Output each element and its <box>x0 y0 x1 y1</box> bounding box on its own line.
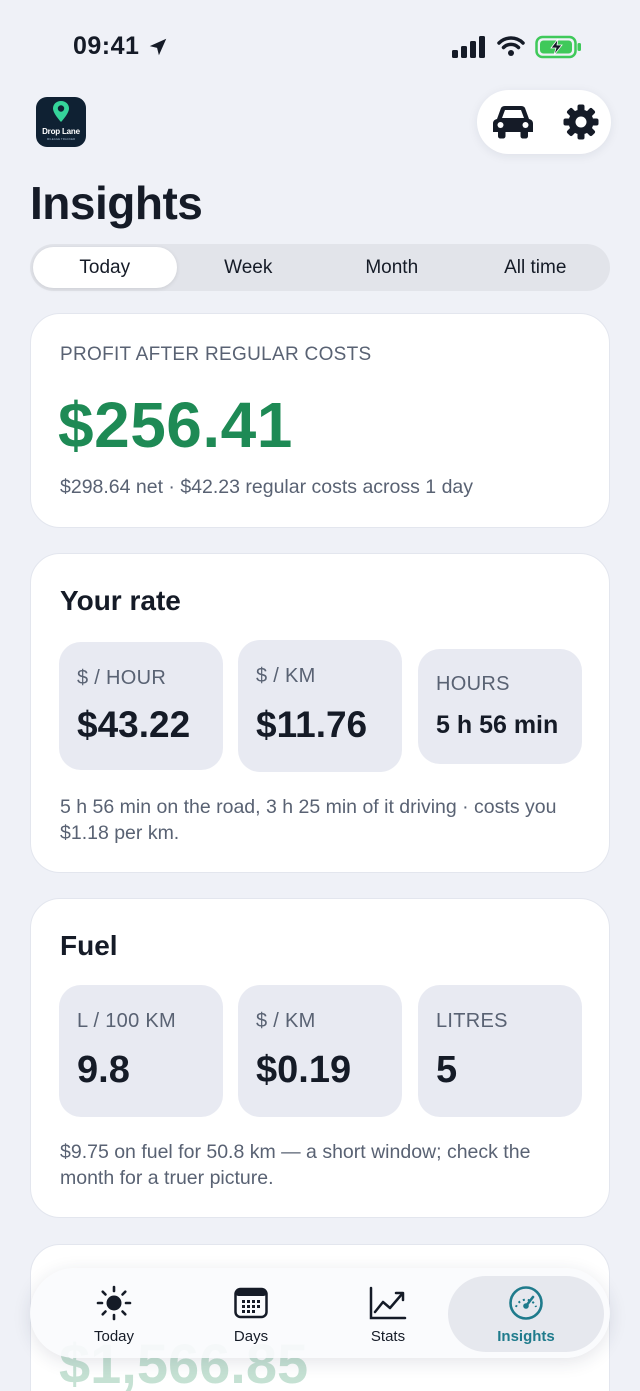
fuel-card: Fuel L / 100 KM 9.8 $ / KM $0.19 LITRES … <box>30 898 610 1218</box>
tile-label: $ / HOUR <box>77 667 167 689</box>
gauge-icon <box>509 1286 543 1320</box>
profit-value: $256.41 <box>58 389 293 461</box>
tab-label: Days <box>233 1328 269 1345</box>
page-title: Insights <box>30 177 203 229</box>
logo-subtext: MILEAGE TRACKER <box>46 137 76 141</box>
tile-label: $ / KM <box>256 665 316 687</box>
settings-button[interactable] <box>557 98 605 146</box>
tab-label: Today <box>93 1328 135 1345</box>
tab-insights[interactable]: Insights <box>448 1276 604 1352</box>
chart-line-icon <box>369 1286 407 1320</box>
rate-card: Your rate $ / HOUR $43.22 $ / KM $11.76 … <box>30 553 610 873</box>
period-segmented-control: Today Week Month All time <box>30 244 610 291</box>
rate-per-hour-tile: $ / HOUR $43.22 <box>59 642 223 770</box>
rate-card-title: Your rate <box>60 585 181 616</box>
tile-value: $0.19 <box>256 1049 352 1091</box>
car-icon <box>493 106 533 139</box>
logo-text: Drop Lane <box>42 127 80 136</box>
wifi-icon <box>497 36 525 56</box>
fuel-economy-tile: L / 100 KM 9.8 <box>59 985 223 1117</box>
fuel-card-title: Fuel <box>60 930 118 961</box>
fuel-cost-per-km-tile: $ / KM $0.19 <box>238 985 402 1117</box>
tile-value: $11.76 <box>256 704 368 745</box>
litres-tile: LITRES 5 <box>418 985 582 1117</box>
tile-label: HOURS <box>436 673 510 695</box>
tile-label: LITRES <box>436 1010 508 1032</box>
map-pin-icon <box>53 101 69 122</box>
profit-card: PROFIT AFTER REGULAR COSTS $256.41 $298.… <box>30 313 610 528</box>
gear-icon <box>563 104 599 140</box>
tab-bar: Today Days Stats Insights <box>30 1268 610 1358</box>
segment-today[interactable]: Today <box>33 247 177 288</box>
tile-value: 5 <box>436 1049 458 1091</box>
tile-value: 9.8 <box>77 1049 130 1091</box>
segment-month[interactable]: Month <box>320 247 464 288</box>
segment-week[interactable]: Week <box>177 247 321 288</box>
battery-charging-icon <box>535 35 581 59</box>
sun-icon <box>96 1285 132 1321</box>
vehicle-button[interactable] <box>487 98 539 146</box>
profit-label: PROFIT AFTER REGULAR COSTS <box>60 344 372 365</box>
fuel-note: $9.75 on fuel for 50.8 km — a short wind… <box>60 1141 531 1189</box>
status-time: 09:41 <box>73 32 140 60</box>
tab-today[interactable]: Today <box>36 1276 192 1352</box>
location-arrow-icon <box>149 38 167 56</box>
tile-label: L / 100 KM <box>77 1010 176 1032</box>
tab-stats[interactable]: Stats <box>310 1276 466 1352</box>
hours-tile: HOURS 5 h 56 min <box>418 649 582 764</box>
status-bar: 09:41 <box>0 0 640 90</box>
tile-value: $43.22 <box>77 704 191 745</box>
profit-subtitle: $298.64 net · $42.23 regular costs acros… <box>60 476 474 498</box>
cellular-signal-icon <box>452 36 485 58</box>
tab-label: Insights <box>497 1328 555 1345</box>
tile-label: $ / KM <box>256 1010 316 1032</box>
segment-all-time[interactable]: All time <box>464 247 608 288</box>
app-logo: Drop Lane MILEAGE TRACKER <box>36 97 86 147</box>
header-actions <box>477 90 611 154</box>
rate-per-km-tile: $ / KM $11.76 <box>238 640 402 772</box>
calendar-icon <box>234 1287 268 1319</box>
tile-value: 5 h 56 min <box>436 711 559 739</box>
rate-note: 5 h 56 min on the road, 3 h 25 min of it… <box>60 796 557 844</box>
tab-days[interactable]: Days <box>173 1276 329 1352</box>
tab-label: Stats <box>370 1328 406 1345</box>
